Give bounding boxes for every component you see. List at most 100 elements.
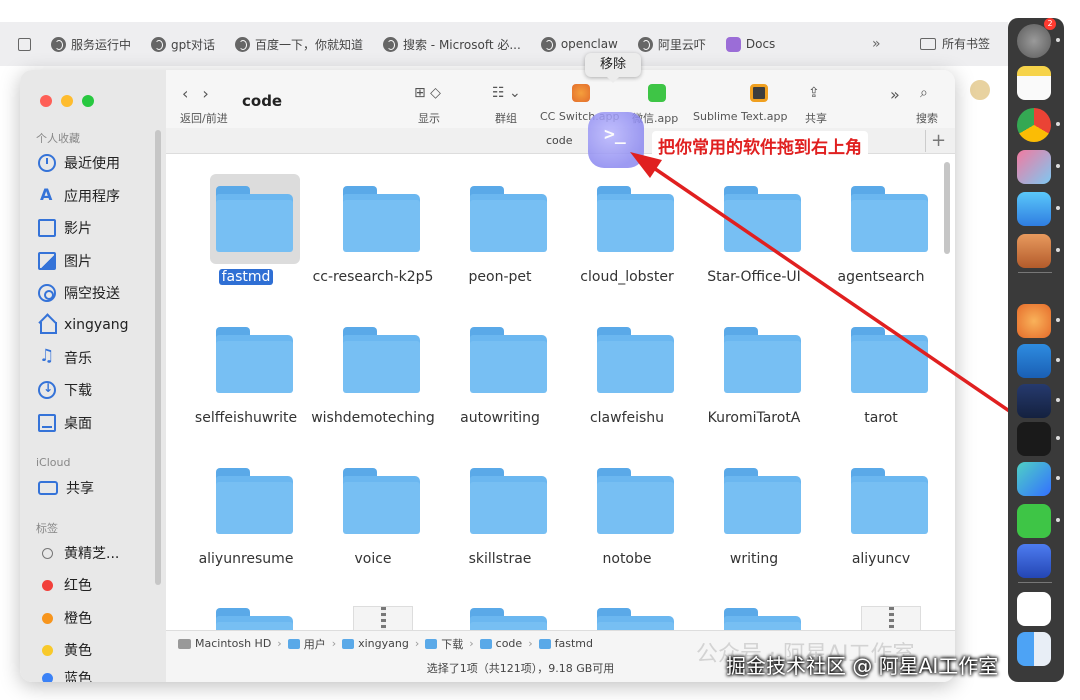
sidebar-tag-red[interactable]: 红色	[38, 575, 92, 595]
path-item[interactable]: Macintosh HD	[178, 637, 271, 650]
folder-item[interactable]: Star-Office-UI	[694, 154, 814, 294]
archive-item[interactable]	[313, 576, 433, 634]
favorites-heading: 个人收藏	[36, 132, 80, 145]
avatar[interactable]	[968, 78, 992, 102]
wechat-icon[interactable]	[1017, 504, 1051, 538]
vscode-icon[interactable]	[1017, 344, 1051, 378]
sidebar-scrollbar[interactable]	[155, 130, 161, 585]
folder-item[interactable]: wishdemoteching	[311, 295, 435, 435]
bookmarks-overflow-button[interactable]: »	[872, 36, 881, 52]
view-label: 显示	[418, 112, 440, 125]
archive-item[interactable]	[821, 576, 941, 634]
sidebar-item-movies[interactable]: 影片	[38, 218, 92, 238]
folder-item[interactable]: autowriting	[440, 295, 560, 435]
folder-name: peon-pet	[468, 269, 532, 285]
all-bookmarks-button[interactable]: 所有书签	[920, 35, 990, 52]
folder-icon	[287, 638, 300, 649]
qoder-icon[interactable]	[1017, 592, 1051, 626]
launchpad-icon[interactable]	[1017, 150, 1051, 184]
folder-icon	[851, 327, 928, 393]
bookmark-item[interactable]: 阿里云吓	[637, 36, 706, 53]
bookmark-item[interactable]: 百度一下，你就知道	[234, 36, 363, 53]
messages-bubble-icon[interactable]	[1017, 192, 1051, 226]
folder-item[interactable]: cc-research-k2p5	[313, 154, 433, 294]
apps-grid-icon[interactable]	[18, 37, 31, 51]
sidebar-item-recents[interactable]: 最近使用	[38, 153, 120, 173]
content-scrollbar[interactable]	[944, 162, 950, 254]
terminal-app-drag-icon[interactable]	[588, 112, 644, 168]
folder-item[interactable]: fastmd	[186, 154, 306, 294]
sidebar-tag-blue[interactable]: 蓝色	[38, 668, 92, 682]
zoom-button[interactable]	[82, 95, 94, 107]
xcode-icon[interactable]	[1017, 544, 1051, 578]
sidebar-tag-yellow[interactable]: 黄色	[38, 640, 92, 660]
group-label: 群组	[495, 112, 517, 125]
back-forward-buttons[interactable]: ‹›	[182, 84, 223, 103]
folder-item[interactable]: peon-pet	[440, 154, 560, 294]
bookmark-item[interactable]: 搜索 - Microsoft 必...	[382, 36, 521, 53]
globe-icon	[151, 36, 167, 52]
sidebar-tag[interactable]: 黄精芝...	[38, 543, 119, 563]
chrome-icon[interactable]	[1017, 108, 1051, 142]
path-item[interactable]: fastmd	[538, 637, 593, 650]
sidebar-item-applications[interactable]: 应用程序	[38, 185, 120, 206]
bookmark-item[interactable]: openclaw	[540, 36, 618, 52]
view-icon[interactable]: ⊞ ◇	[414, 85, 441, 101]
sidebar-item-shared[interactable]: 共享	[38, 478, 94, 498]
path-item[interactable]: code	[479, 637, 522, 650]
folder-item[interactable]	[694, 576, 814, 634]
disk-icon	[178, 638, 191, 649]
path-item[interactable]: 下载	[425, 636, 463, 652]
folder-item[interactable]: aliyuncv	[821, 436, 941, 576]
path-item[interactable]: 用户	[287, 636, 326, 652]
running-indicator	[1056, 358, 1060, 362]
cc-switch-icon[interactable]	[572, 84, 590, 102]
bookmark-item[interactable]: Docs	[725, 36, 775, 52]
minimize-button[interactable]	[61, 95, 73, 107]
terminal-icon[interactable]	[1017, 422, 1051, 456]
folder-item[interactable]	[567, 576, 687, 634]
sidebar-tag-orange[interactable]: 橙色	[38, 608, 92, 628]
folder-item[interactable]: tarot	[821, 295, 941, 435]
sidebar-item-downloads[interactable]: 下载	[38, 380, 92, 400]
current-tab[interactable]: code	[546, 134, 573, 147]
folder-item[interactable]: selffeishuwrite	[186, 295, 306, 435]
sidebar-item-airdrop[interactable]: 隔空投送	[38, 283, 120, 303]
bookmark-item[interactable]: gpt对话	[151, 36, 215, 53]
folder-item[interactable]	[440, 576, 560, 634]
group-icon[interactable]: ☷ ⌄	[492, 85, 521, 101]
notes-icon[interactable]	[1017, 66, 1051, 100]
folder-item[interactable]: cloud_lobster	[567, 154, 687, 294]
bookmark-item[interactable]: 服务运行中	[51, 36, 131, 53]
finder-icon[interactable]	[1017, 632, 1051, 666]
toolbar-overflow-button[interactable]: »	[890, 85, 900, 104]
folder-icon	[470, 186, 547, 252]
share-icon[interactable]: ⇪	[808, 85, 820, 101]
sublime-label[interactable]: Sublime Text.app	[693, 110, 787, 123]
sidebar-item-desktop[interactable]: 桌面	[38, 413, 92, 433]
close-button[interactable]	[40, 95, 52, 107]
folder-item[interactable]: voice	[313, 436, 433, 576]
wechat-icon[interactable]	[648, 84, 666, 102]
sidebar-item-pictures[interactable]: 图片	[38, 251, 92, 271]
folder-item[interactable]: clawfeishu	[567, 295, 687, 435]
folder-item[interactable]: skillstrae	[440, 436, 560, 576]
sidebar-item-music[interactable]: 音乐	[38, 346, 92, 368]
folder-item[interactable]: writing	[694, 436, 814, 576]
iphone-mirroring-icon[interactable]	[1017, 234, 1051, 268]
folder-item[interactable]	[186, 576, 306, 634]
sidebar-item-home[interactable]: xingyang	[38, 316, 129, 334]
path-item[interactable]: xingyang	[342, 637, 409, 650]
sublime-icon[interactable]	[750, 84, 768, 102]
search-icon[interactable]: ⌕	[920, 85, 928, 101]
folder-item[interactable]: aliyunresume	[186, 436, 306, 576]
applications-icon	[38, 185, 56, 205]
feishu-icon[interactable]	[1017, 462, 1051, 496]
cc-switch-icon[interactable]	[1017, 304, 1051, 338]
folder-item[interactable]: KuromiTarotA	[694, 295, 814, 435]
folder-item[interactable]: agentsearch	[821, 154, 941, 294]
folder-item[interactable]: notobe	[567, 436, 687, 576]
tag-dot-icon	[42, 644, 53, 656]
new-tab-button[interactable]: +	[925, 130, 951, 152]
arc-icon[interactable]	[1017, 384, 1051, 418]
